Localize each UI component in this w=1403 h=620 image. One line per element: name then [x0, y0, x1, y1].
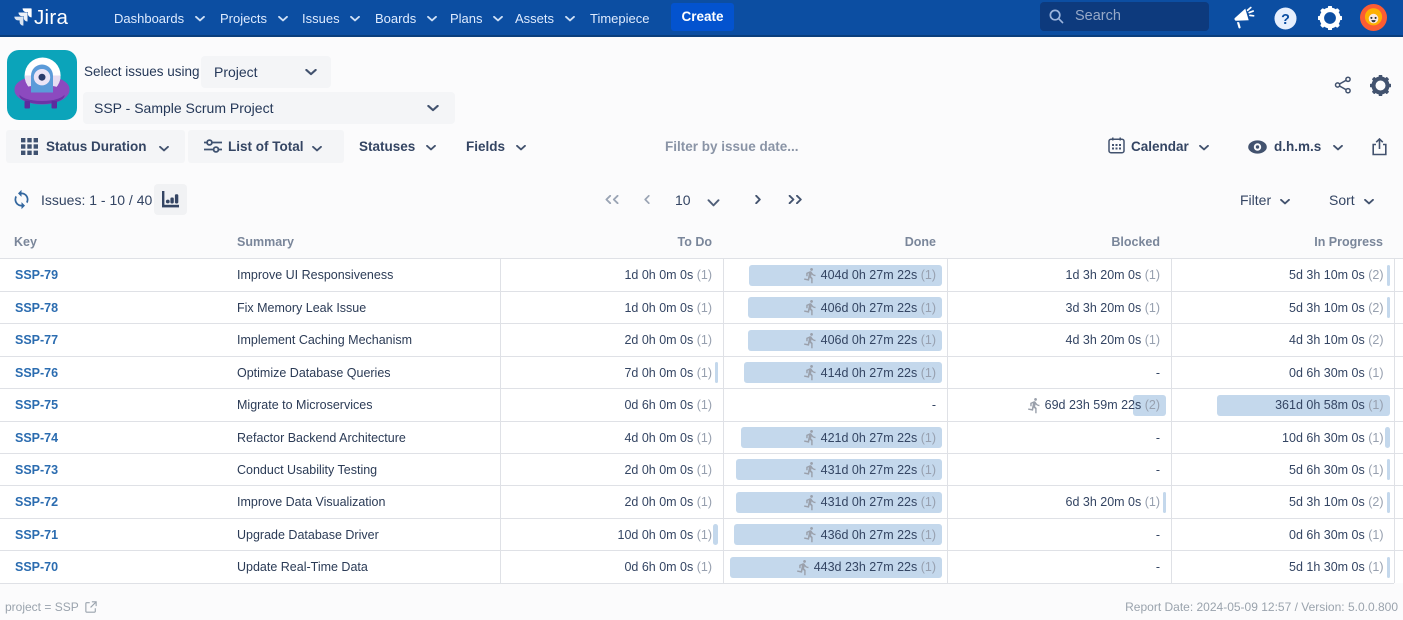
- svg-text:?: ?: [1281, 12, 1290, 28]
